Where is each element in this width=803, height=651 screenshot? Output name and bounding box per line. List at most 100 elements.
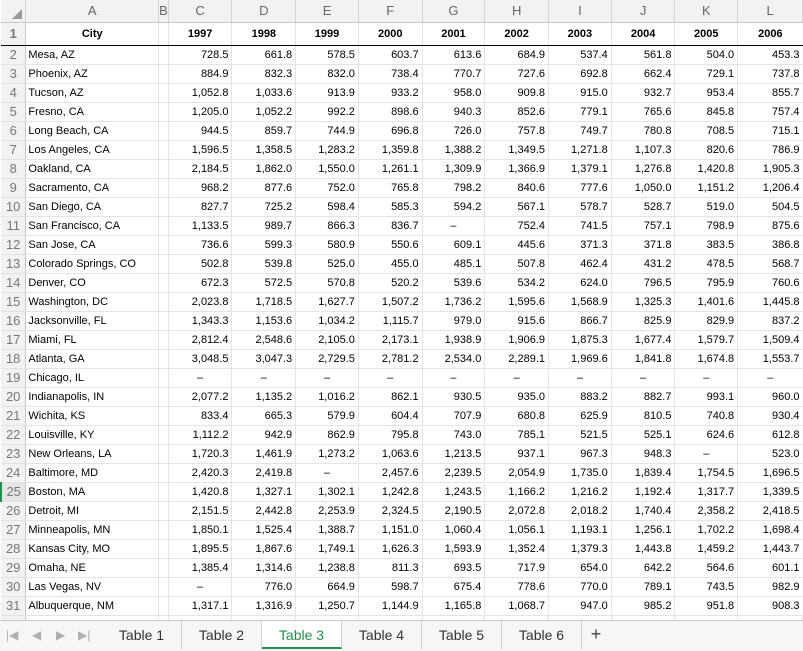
value-cell[interactable]: 862.9 — [295, 425, 359, 445]
city-cell[interactable]: Wichita, KS — [25, 406, 160, 426]
value-cell[interactable]: 383.5 — [674, 235, 739, 255]
value-cell[interactable]: 811.3 — [358, 558, 423, 578]
row-number[interactable]: 13 — [1, 254, 27, 274]
value-cell[interactable]: 1,133.5 — [168, 216, 233, 236]
value-cell[interactable]: 2,442.8 — [231, 501, 297, 521]
value-cell[interactable]: 1,718.5 — [231, 292, 297, 312]
city-cell[interactable]: Oakland, CA — [25, 159, 160, 179]
value-cell[interactable]: 519.0 — [674, 197, 739, 217]
value-cell[interactable]: 1,627.7 — [295, 292, 359, 312]
value-cell[interactable]: 1,568.9 — [548, 292, 612, 312]
empty-cell[interactable] — [158, 368, 169, 388]
value-cell[interactable]: – — [231, 368, 297, 388]
value-cell[interactable]: 2,781.2 — [358, 349, 423, 369]
value-cell[interactable]: 564.6 — [674, 558, 739, 578]
value-cell[interactable]: 1,359.8 — [358, 140, 423, 160]
sheet-tab-5[interactable]: Table 5 — [422, 621, 502, 649]
empty-cell[interactable] — [158, 197, 169, 217]
value-cell[interactable]: 2,054.9 — [484, 463, 550, 483]
value-cell[interactable]: 820.6 — [674, 140, 739, 160]
value-cell[interactable]: 2,418.5 — [737, 501, 803, 521]
value-cell[interactable]: 523.0 — [737, 444, 803, 464]
column-header-l[interactable]: L — [737, 0, 803, 23]
value-cell[interactable]: 840.6 — [484, 178, 550, 198]
value-cell[interactable]: 744.9 — [295, 121, 359, 141]
value-cell[interactable]: 836.7 — [358, 216, 423, 236]
city-cell[interactable]: Denver, CO — [25, 273, 160, 293]
value-cell[interactable]: 1,261.1 — [358, 159, 423, 179]
value-cell[interactable]: 951.8 — [674, 596, 739, 616]
empty-cell[interactable] — [158, 235, 169, 255]
value-cell[interactable]: 1,626.3 — [358, 539, 423, 559]
value-cell[interactable]: 908.3 — [737, 596, 803, 616]
value-cell[interactable]: 1,754.5 — [674, 463, 739, 483]
value-cell[interactable]: 707.9 — [422, 406, 486, 426]
column-header-d[interactable]: D — [231, 0, 297, 23]
value-cell[interactable]: 728.5 — [168, 45, 233, 65]
value-cell[interactable]: 431.2 — [611, 254, 676, 274]
value-cell[interactable]: 1,309.9 — [422, 159, 486, 179]
value-cell[interactable]: 948.3 — [611, 444, 676, 464]
value-cell[interactable]: 478.5 — [674, 254, 739, 274]
value-cell[interactable]: 1,317.1 — [168, 596, 233, 616]
value-cell[interactable]: 1,349.5 — [484, 140, 550, 160]
city-cell[interactable]: Las Vegas, NV — [25, 577, 160, 597]
value-cell[interactable]: 738.4 — [358, 64, 423, 84]
value-cell[interactable]: 1,243.5 — [422, 482, 486, 502]
empty-cell[interactable] — [158, 178, 169, 198]
row-number[interactable]: 28 — [1, 539, 27, 559]
header-cell-city[interactable]: City — [25, 22, 160, 46]
value-cell[interactable]: 736.6 — [168, 235, 233, 255]
value-cell[interactable]: 1,550.0 — [295, 159, 359, 179]
value-cell[interactable]: 960.0 — [737, 387, 803, 407]
value-cell[interactable]: 661.8 — [231, 45, 297, 65]
value-cell[interactable]: 1,327.1 — [231, 482, 297, 502]
empty-cell[interactable] — [158, 387, 169, 407]
city-cell[interactable]: New Orleans, LA — [25, 444, 160, 464]
value-cell[interactable]: 504.0 — [674, 45, 739, 65]
value-cell[interactable]: 884.9 — [168, 64, 233, 84]
value-cell[interactable]: 525.0 — [295, 254, 359, 274]
city-cell[interactable]: Miami, FL — [25, 330, 160, 350]
column-header-c[interactable]: C — [168, 0, 233, 23]
spreadsheet-grid[interactable]: ABCDEFGHIJKL 1 City 1997 1998 1999 2000 2001 20… — [0, 0, 803, 620]
empty-cell[interactable] — [158, 482, 169, 502]
value-cell[interactable]: – — [168, 368, 233, 388]
row-number[interactable]: 7 — [1, 140, 27, 160]
value-cell[interactable]: 909.8 — [484, 83, 550, 103]
value-cell[interactable]: 1,205.0 — [168, 102, 233, 122]
header-cell-year[interactable]: 2005 — [674, 22, 739, 46]
row-number[interactable]: 17 — [1, 330, 27, 350]
empty-cell[interactable] — [158, 596, 169, 616]
value-cell[interactable]: 1,841.8 — [611, 349, 676, 369]
value-cell[interactable]: 485.1 — [422, 254, 486, 274]
sheet-tab-1[interactable]: Table 1 — [102, 621, 182, 649]
value-cell[interactable]: 798.2 — [422, 178, 486, 198]
value-cell[interactable]: 534.2 — [484, 273, 550, 293]
row-number[interactable]: 6 — [1, 121, 27, 141]
next-sheet-icon[interactable]: ▶ — [56, 627, 65, 643]
last-sheet-icon[interactable]: ▶| — [78, 627, 90, 643]
value-cell[interactable]: 845.8 — [674, 102, 739, 122]
value-cell[interactable]: 598.4 — [295, 197, 359, 217]
row-number[interactable]: 5 — [1, 102, 27, 122]
empty-cell[interactable] — [158, 311, 169, 331]
empty-cell[interactable] — [158, 330, 169, 350]
value-cell[interactable]: 765.8 — [358, 178, 423, 198]
value-cell[interactable]: 539.6 — [422, 273, 486, 293]
value-cell[interactable]: 453.3 — [737, 45, 803, 65]
value-cell[interactable]: 672.3 — [168, 273, 233, 293]
row-number[interactable]: 12 — [1, 235, 27, 255]
empty-cell[interactable] — [158, 83, 169, 103]
value-cell[interactable]: 1,596.5 — [168, 140, 233, 160]
value-cell[interactable]: 1,749.1 — [295, 539, 359, 559]
value-cell[interactable]: 578.7 — [548, 197, 612, 217]
row-number[interactable]: 4 — [1, 83, 27, 103]
value-cell[interactable]: 1,033.6 — [231, 83, 297, 103]
value-cell[interactable]: 680.8 — [484, 406, 550, 426]
value-cell[interactable]: 832.0 — [295, 64, 359, 84]
value-cell[interactable]: 752.0 — [295, 178, 359, 198]
value-cell[interactable]: 2,023.8 — [168, 292, 233, 312]
value-cell[interactable]: 609.1 — [422, 235, 486, 255]
value-cell[interactable]: 1,674.8 — [674, 349, 739, 369]
